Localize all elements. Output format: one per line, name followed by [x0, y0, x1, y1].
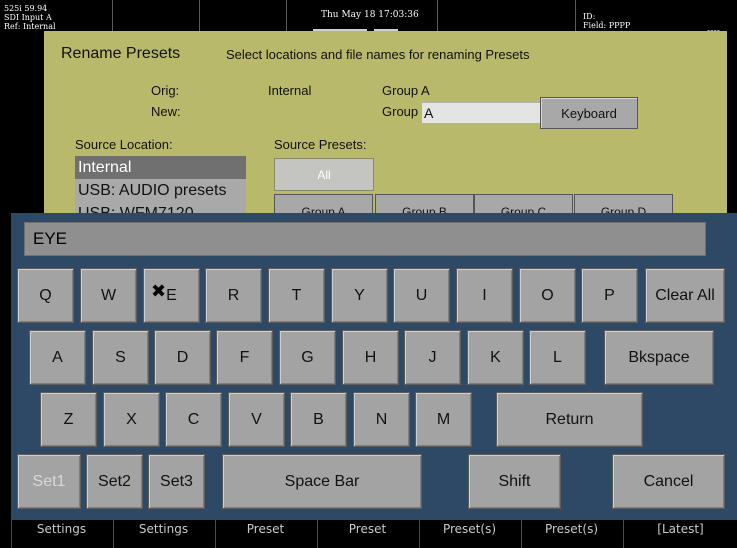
key-k[interactable]: K — [467, 330, 524, 385]
keyboard-button[interactable]: Keyboard — [540, 97, 638, 129]
orig-label: Orig: — [151, 83, 180, 98]
key-r[interactable]: R — [205, 268, 262, 323]
key-x[interactable]: X — [103, 392, 160, 447]
set3-key[interactable]: Set3 — [148, 454, 205, 509]
key-d[interactable]: D — [154, 330, 211, 385]
source-presets-label: Source Presets: — [274, 137, 367, 152]
set1-key[interactable]: Set1 — [17, 454, 81, 509]
signal-info: 525i 59.94 SDI Input A Ref: Internal — [4, 4, 56, 31]
rename-presets-dialog: Rename Presets Select locations and file… — [44, 31, 727, 226]
key-q[interactable]: Q — [17, 268, 74, 323]
source-location-item[interactable]: USB: AUDIO presets — [75, 179, 246, 202]
source-location-label: Source Location: — [75, 137, 173, 152]
id-info: ID: Field: PPPP — [583, 12, 631, 30]
key-v[interactable]: V — [228, 392, 285, 447]
key-a[interactable]: A — [29, 330, 86, 385]
pointer-cursor-icon: ✖ — [151, 281, 167, 302]
new-label: New: — [151, 104, 181, 119]
all-presets-button[interactable]: All — [274, 158, 374, 191]
key-g[interactable]: G — [279, 330, 336, 385]
key-n[interactable]: N — [353, 392, 410, 447]
new-name-prefix: Group — [382, 104, 419, 119]
key-i[interactable]: I — [456, 268, 513, 323]
key-j[interactable]: J — [404, 330, 461, 385]
backspace-key[interactable]: Bkspace — [604, 330, 714, 385]
orig-location: Internal — [268, 83, 312, 98]
date-time: Thu May 18 17:03:36 — [321, 10, 419, 20]
key-p[interactable]: P — [581, 268, 638, 323]
set2-key[interactable]: Set2 — [86, 454, 143, 509]
key-s[interactable]: S — [92, 330, 149, 385]
dialog-subtitle: Select locations and file names for rena… — [226, 47, 530, 62]
key-f[interactable]: F — [216, 330, 273, 385]
orig-name: Group A — [382, 83, 430, 98]
space-bar-key[interactable]: Space Bar — [222, 454, 422, 509]
clear-all-key[interactable]: Clear All — [645, 268, 725, 323]
source-location-item[interactable]: Internal — [75, 156, 246, 179]
key-u[interactable]: U — [393, 268, 450, 323]
on-screen-keyboard: EYE Q W E R T Y U I O P Clear All A S D … — [11, 213, 737, 520]
key-b[interactable]: B — [290, 392, 347, 447]
key-y[interactable]: Y — [331, 268, 388, 323]
key-z[interactable]: Z — [40, 392, 97, 447]
key-l[interactable]: L — [529, 330, 586, 385]
shift-key[interactable]: Shift — [468, 454, 561, 509]
keyboard-input-field[interactable]: EYE — [24, 222, 706, 256]
key-w[interactable]: W — [80, 268, 137, 323]
return-key[interactable]: Return — [496, 392, 643, 447]
key-h[interactable]: H — [342, 330, 399, 385]
key-c[interactable]: C — [165, 392, 222, 447]
key-m[interactable]: M — [415, 392, 472, 447]
cancel-key[interactable]: Cancel — [612, 454, 725, 509]
key-t[interactable]: T — [268, 268, 325, 323]
dialog-title: Rename Presets — [61, 45, 181, 62]
key-o[interactable]: O — [519, 268, 576, 323]
